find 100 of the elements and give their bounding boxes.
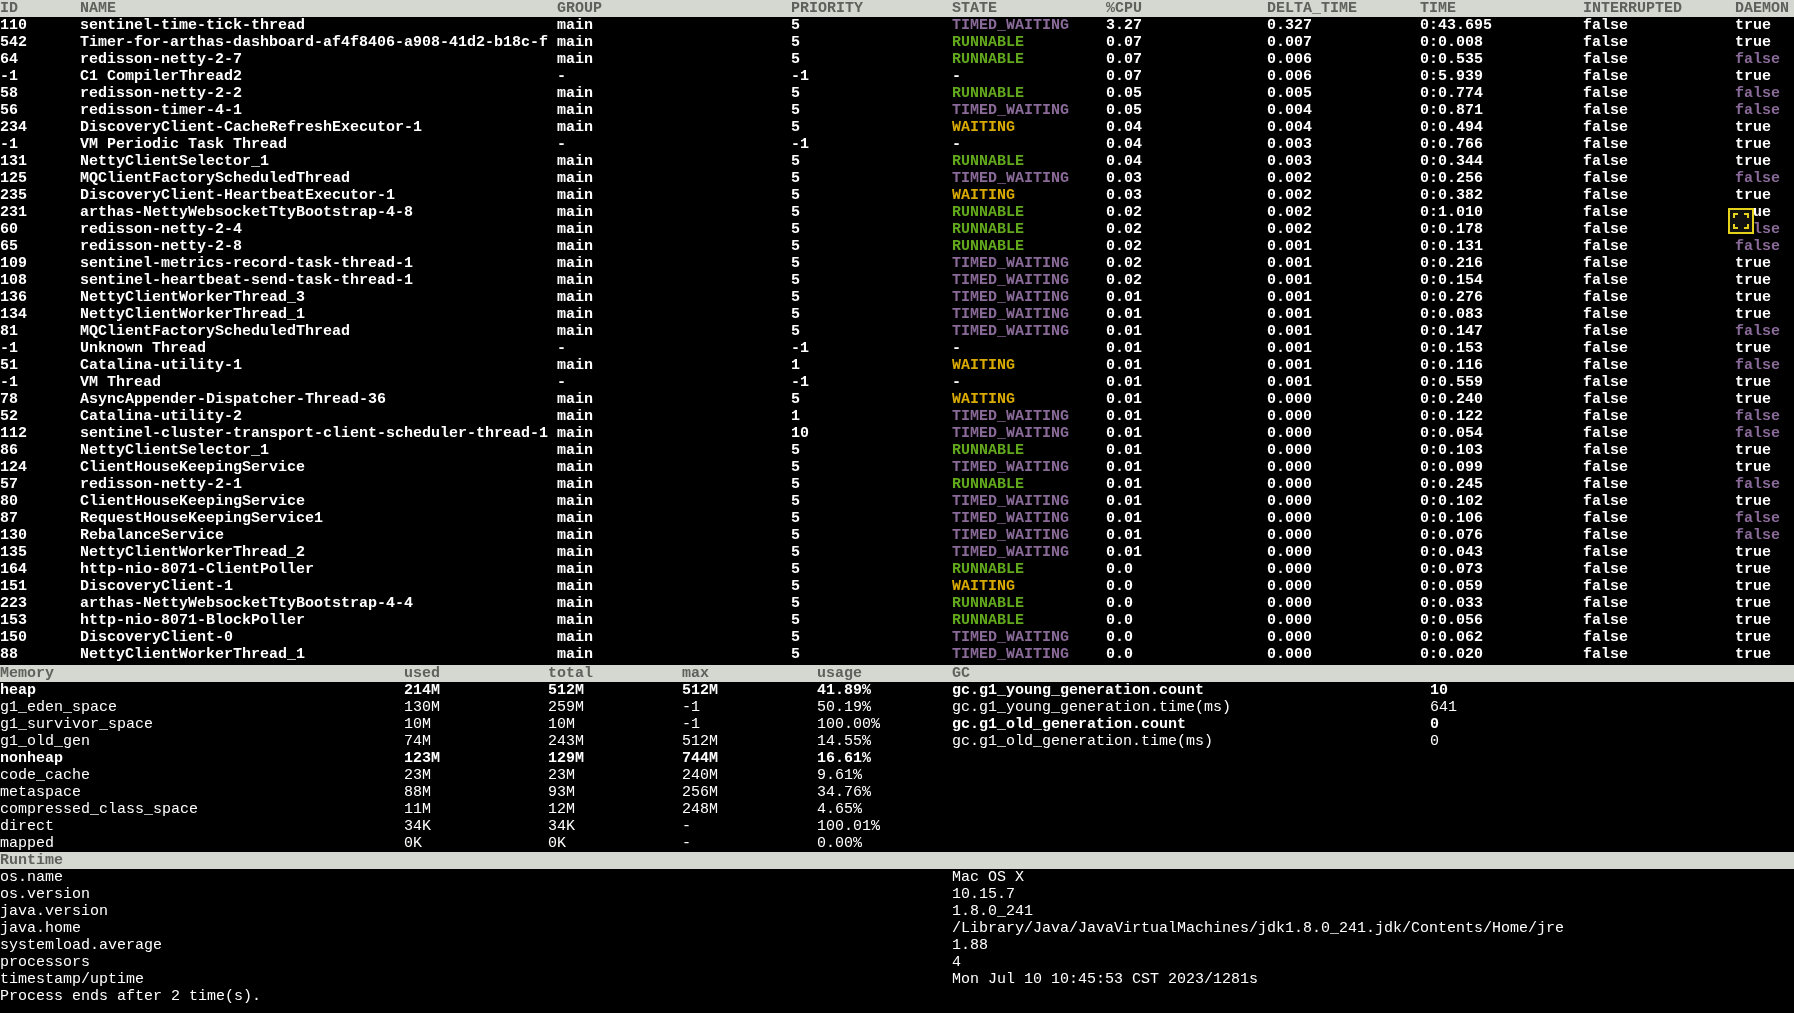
table-cell: false: [1735, 102, 1780, 119]
table-cell-text: RUNNABLE: [952, 85, 1025, 102]
table-cell-text: 0.0: [1106, 561, 1134, 578]
table-cell-text: 0.00%: [817, 835, 863, 852]
table-cell-text: 0:0.106: [1420, 510, 1484, 527]
table-cell-text: 0.03: [1106, 170, 1143, 187]
table-cell-text: 5: [791, 561, 801, 578]
table-cell-text: Catalina-utility-2: [80, 408, 244, 425]
table-cell-text: 124: [0, 459, 28, 476]
table-cell: false: [1735, 476, 1780, 493]
table-cell-text: 151: [0, 578, 28, 595]
table-cell-text: 0.01: [1106, 476, 1143, 493]
table-cell-text: TIMED_WAITING: [952, 527, 1071, 544]
table-cell-text: redisson-netty-2-2: [80, 85, 244, 102]
table-cell-text: false: [1583, 306, 1629, 323]
table-cell-text: 5: [791, 544, 801, 561]
table-cell-text: WAITING: [952, 119, 1016, 136]
table-cell-text: 0.01: [1106, 425, 1143, 442]
table-cell-text: 0: [1430, 733, 1440, 750]
table-cell-text: WAITING: [952, 391, 1016, 408]
table-cell-text: java.version: [0, 903, 110, 920]
table-cell-text: TIMED_WAITING: [952, 323, 1071, 340]
table-cell-text: 0:5.939: [1420, 68, 1484, 85]
table-cell-text: 0:0.008: [1420, 34, 1484, 51]
table-cell-text: false: [1583, 17, 1629, 34]
table-cell-text: AsyncAppender-Dispatcher-Thread-36: [80, 391, 388, 408]
table-cell-text: DiscoveryClient-CacheRefreshExecutor-1: [80, 119, 424, 136]
table-cell-text: 60: [0, 221, 19, 238]
table-cell-text: Unknown Thread: [80, 340, 208, 357]
table-cell-text: 4: [952, 954, 962, 971]
table-cell-text: TIMED_WAITING: [952, 425, 1071, 442]
table-cell-text: 0.001: [1267, 323, 1313, 340]
table-cell: false: [1735, 357, 1780, 374]
table-cell-text: 0:0.059: [1420, 578, 1484, 595]
table-cell-text: direct: [0, 818, 55, 835]
table-cell-text: 5: [791, 510, 801, 527]
table-cell-text: main: [557, 510, 594, 527]
table-cell-text: 0:0.116: [1420, 357, 1484, 374]
table-cell-text: 0.02: [1106, 221, 1143, 238]
table-cell-text: 542: [0, 34, 28, 51]
table-cell-text: RUNNABLE: [952, 51, 1025, 68]
table-cell-text: compressed_class_space: [0, 801, 200, 818]
table-cell-text: /Library/Java/JavaVirtualMachines/jdk1.8.0_241.jdk/Contents/Home/jre: [952, 920, 1566, 937]
table-cell-text: 0.000: [1267, 544, 1313, 561]
table-cell-text: false: [1583, 136, 1629, 153]
table-cell-text: 0:0.154: [1420, 272, 1484, 289]
table-cell-text: 5: [791, 323, 801, 340]
table-cell: false: [1735, 85, 1780, 102]
table-cell-text: 5: [791, 578, 801, 595]
focus-frame-icon[interactable]: [1728, 208, 1754, 234]
table-cell-text: main: [557, 425, 594, 442]
table-cell-text: main: [557, 476, 594, 493]
table-cell-text: 0.000: [1267, 493, 1313, 510]
table-cell-text: false: [1583, 357, 1629, 374]
table-cell-text: false: [1583, 578, 1629, 595]
table-cell-text: -1: [791, 136, 810, 153]
table-cell-text: NettyClientWorkerThread_1: [80, 646, 307, 663]
table-cell-text: false: [1583, 102, 1629, 119]
table-cell-text: 153: [0, 612, 28, 629]
table-cell: false: [1735, 425, 1780, 442]
table-cell-text: 16.61%: [817, 750, 872, 767]
table-cell-text: 248M: [682, 801, 719, 818]
table-cell-text: 0.0: [1106, 646, 1134, 663]
table-cell-text: 14.55%: [817, 733, 872, 750]
column-header: total: [548, 665, 594, 682]
table-cell-text: DiscoveryClient-HeartbeatExecutor-1: [80, 187, 397, 204]
table-cell-text: 34K: [548, 818, 576, 835]
table-cell-text: false: [1583, 68, 1629, 85]
table-cell-text: 0.04: [1106, 119, 1143, 136]
table-cell-text: 109: [0, 255, 28, 272]
table-cell-text: 0:0.083: [1420, 306, 1484, 323]
table-cell-text: -: [682, 818, 692, 835]
table-cell-text: 0.000: [1267, 527, 1313, 544]
table-cell: true: [1735, 459, 1771, 476]
table-cell-text: 0.0: [1106, 595, 1134, 612]
column-header: GROUP: [557, 0, 603, 17]
table-cell-text: 0.004: [1267, 102, 1313, 119]
table-cell: true: [1735, 136, 1771, 153]
table-cell-text: 12M: [548, 801, 576, 818]
table-cell: false: [1735, 527, 1780, 544]
table-cell-text: 0.01: [1106, 510, 1143, 527]
table-cell-text: sentinel-cluster-transport-client-scheduler-thread-1: [80, 425, 550, 442]
table-cell-text: VM Thread: [80, 374, 162, 391]
table-cell-text: systemload.average: [0, 937, 164, 954]
table-cell-text: gc.g1_young_generation.time(ms): [952, 699, 1233, 716]
table-cell-text: g1_eden_space: [0, 699, 119, 716]
column-header: DELTA_TIME: [1267, 0, 1358, 17]
table-cell-text: 51: [0, 357, 19, 374]
table-cell-text: 0.002: [1267, 170, 1313, 187]
table-cell-text: NettyClientWorkerThread_1: [80, 306, 307, 323]
table-cell-text: 0:0.256: [1420, 170, 1484, 187]
table-cell-text: 0:0.535: [1420, 51, 1484, 68]
table-cell-text: 5: [791, 119, 801, 136]
table-cell-text: 0.02: [1106, 255, 1143, 272]
table-cell-text: false: [1583, 187, 1629, 204]
table-cell: true: [1735, 153, 1771, 170]
table-cell-text: false: [1583, 425, 1629, 442]
table-cell-text: -1: [791, 68, 810, 85]
table-cell-text: 5: [791, 153, 801, 170]
table-cell-text: 10M: [404, 716, 432, 733]
